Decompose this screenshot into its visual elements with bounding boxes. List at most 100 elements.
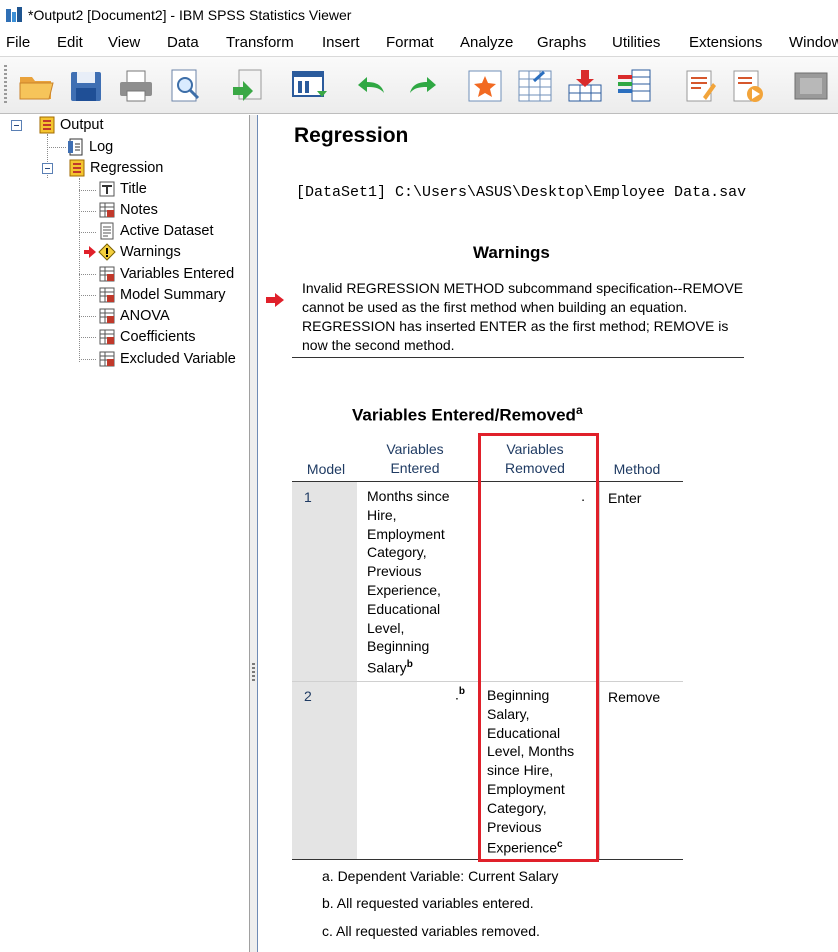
tree-line	[79, 190, 96, 191]
regression-book-icon	[68, 159, 86, 177]
tree-line	[79, 359, 96, 360]
undo-icon[interactable]	[352, 67, 390, 105]
highlight-box	[478, 433, 599, 862]
table-title[interactable]: Variables Entered/Removeda	[352, 403, 583, 426]
export-icon[interactable]	[229, 67, 267, 105]
tree-item-excluded-variables[interactable]: Excluded Variable	[98, 349, 236, 369]
menu-format[interactable]: Format	[386, 34, 434, 51]
footnote-a: a. Dependent Variable: Current Salary	[322, 868, 559, 884]
menu-extensions[interactable]: Extensions	[689, 34, 762, 51]
tree-line	[79, 211, 96, 212]
output-content-pane: Regression [DataSet1] C:\Users\ASUS\Desk…	[259, 115, 838, 952]
menu-window[interactable]: Window	[789, 34, 838, 51]
row-1-entered[interactable]: Months since Hire, Employment Category, …	[367, 487, 467, 678]
table-icon	[98, 307, 116, 325]
menu-insert[interactable]: Insert	[322, 34, 360, 51]
tree-line	[79, 178, 80, 362]
header-variables-entered: Variables Entered	[386, 441, 444, 476]
warning-icon	[98, 243, 116, 261]
window-title: *Output2 [Document2] - IBM SPSS Statisti…	[28, 7, 352, 23]
tree-item-notes[interactable]: Notes	[98, 200, 158, 220]
tree-item-anova[interactable]: ANOVA	[98, 306, 170, 326]
title-icon	[98, 180, 116, 198]
menu-graphs[interactable]: Graphs	[537, 34, 586, 51]
row-2-entered-footnote: b	[458, 686, 465, 697]
menu-file[interactable]: File	[6, 34, 30, 51]
goto-variable-icon[interactable]	[566, 67, 604, 105]
model-column-shading	[292, 482, 357, 859]
tree-line	[79, 232, 96, 233]
notes-icon	[98, 201, 116, 219]
menu-analyze[interactable]: Analyze	[460, 34, 513, 51]
table-title-text: Variables Entered/Removed	[352, 405, 576, 425]
tree-line	[47, 147, 66, 148]
menu-utilities[interactable]: Utilities	[612, 34, 660, 51]
row-1-method[interactable]: Enter	[608, 489, 641, 508]
designate-window-icon[interactable]	[681, 67, 719, 105]
selected-item-arrow-icon	[266, 293, 284, 307]
open-folder-icon[interactable]	[17, 67, 55, 105]
print-preview-icon[interactable]	[166, 67, 204, 105]
insert-output-icon[interactable]	[792, 67, 830, 105]
tree-item-output[interactable]: Output	[38, 115, 104, 135]
toolbar-grip[interactable]	[4, 65, 7, 105]
tree-item-regression[interactable]: Regression	[68, 158, 163, 178]
menu-view[interactable]: View	[108, 34, 140, 51]
run-script-icon[interactable]	[728, 67, 766, 105]
header-model: Model	[306, 461, 346, 477]
tree-label-anova: ANOVA	[120, 308, 170, 324]
collapse-regression-icon[interactable]	[42, 163, 53, 174]
tree-label-coefficients: Coefficients	[120, 329, 196, 345]
footnote-b: b. All requested variables entered.	[322, 895, 534, 911]
active-dataset-icon	[98, 222, 116, 240]
row-1-model: 1	[304, 489, 312, 505]
warnings-text[interactable]: Invalid REGRESSION METHOD subcommand spe…	[302, 279, 747, 355]
spss-app-icon	[6, 7, 22, 23]
tree-label-title: Title	[120, 181, 147, 197]
procedure-heading[interactable]: Regression	[294, 124, 408, 148]
table-icon	[98, 265, 116, 283]
tree-item-model-summary[interactable]: Model Summary	[98, 285, 226, 305]
menu-transform[interactable]: Transform	[226, 34, 294, 51]
recall-dialog-icon[interactable]	[290, 67, 328, 105]
save-icon[interactable]	[67, 67, 105, 105]
tree-label-active-dataset: Active Dataset	[120, 223, 214, 239]
row-2-model: 2	[304, 688, 312, 704]
table-icon	[98, 350, 116, 368]
tree-label-output: Output	[60, 117, 104, 133]
variables-icon[interactable]	[616, 67, 654, 105]
print-icon[interactable]	[117, 67, 155, 105]
redo-icon[interactable]	[404, 67, 442, 105]
row-1-entered-footnote: b	[406, 659, 413, 671]
outline-pane: Output Log Regression Title Notes Active…	[0, 115, 250, 952]
footnote-c: c. All requested variables removed.	[322, 923, 540, 939]
row-2-entered[interactable]: .b	[367, 683, 465, 704]
current-item-arrow-icon	[84, 246, 96, 258]
header-method: Method	[613, 461, 661, 477]
tree-item-coefficients[interactable]: Coefficients	[98, 327, 196, 347]
active-dataset-text[interactable]: [DataSet1] C:\Users\ASUS\Desktop\Employe…	[296, 184, 746, 201]
splitter-grip[interactable]	[252, 663, 255, 681]
tree-label-model-summary: Model Summary	[120, 287, 226, 303]
menu-edit[interactable]: Edit	[57, 34, 83, 51]
tree-label-excluded-variables: Excluded Variable	[120, 351, 236, 367]
tree-label-regression: Regression	[90, 160, 164, 176]
column-divider	[599, 482, 600, 859]
row-2-method[interactable]: Remove	[608, 688, 660, 707]
output-book-icon	[38, 116, 56, 134]
menu-data[interactable]: Data	[167, 34, 199, 51]
tree-item-active-dataset[interactable]: Active Dataset	[98, 221, 214, 241]
tree-item-log[interactable]: Log	[67, 137, 113, 157]
tree-line	[79, 295, 96, 296]
goto-case-icon[interactable]	[516, 67, 554, 105]
tree-label-variables-entered: Variables Entered	[120, 266, 235, 282]
tree-label-log: Log	[89, 139, 114, 155]
tree-item-warnings[interactable]: Warnings	[84, 242, 181, 262]
tree-item-variables-entered[interactable]: Variables Entered	[98, 264, 234, 284]
collapse-output-icon[interactable]	[11, 120, 22, 131]
menu-bar: File Edit View Data Transform Insert For…	[0, 30, 838, 56]
row-1-entered-text: Months since Hire, Employment Category, …	[367, 488, 450, 676]
tree-item-title[interactable]: Title	[98, 179, 147, 199]
pane-splitter[interactable]	[250, 115, 258, 952]
goto-data-icon[interactable]	[466, 67, 504, 105]
